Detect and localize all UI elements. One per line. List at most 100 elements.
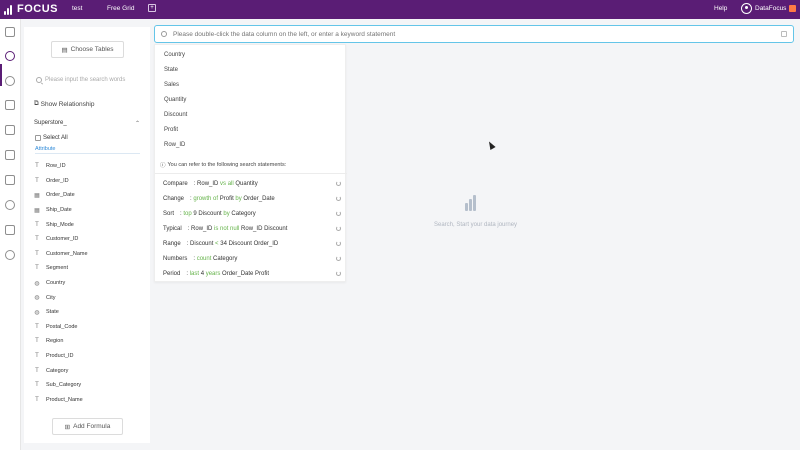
- field-label: Category: [46, 367, 69, 374]
- field-item[interactable]: T Category: [34, 363, 142, 378]
- suggestion-item[interactable]: Discount: [164, 112, 187, 118]
- statement-kind: Numbers: [163, 256, 188, 262]
- field-item[interactable]: T Postal_Code: [34, 320, 142, 335]
- field-item[interactable]: T Ship_Mode: [34, 217, 142, 232]
- select-all-label: Select All: [43, 135, 68, 141]
- user-menu[interactable]: DataFocus: [741, 3, 797, 14]
- select-all-checkbox[interactable]: Select All: [35, 135, 68, 141]
- mouse-cursor-icon: [486, 140, 496, 150]
- home-icon[interactable]: [5, 27, 15, 37]
- statement-item[interactable]: Range: Discount < 34 Discount Order_ID: [163, 238, 341, 250]
- field-item[interactable]: T Order_ID: [34, 174, 142, 189]
- tab-free-grid[interactable]: Free Grid: [107, 5, 134, 12]
- field-item[interactable]: T Product_ID: [34, 349, 142, 364]
- statement-text: : count Category: [193, 256, 237, 262]
- avatar-icon: [741, 3, 752, 14]
- field-label: Product_Name: [46, 396, 83, 403]
- statement-item[interactable]: Typical: Row_ID is not null Row_ID Disco…: [163, 223, 341, 235]
- statement-keyword: is not null: [214, 226, 240, 232]
- field-item[interactable]: ▦ Order_Date: [34, 188, 142, 203]
- field-label: Segment: [46, 265, 69, 272]
- data-source-panel: ▤ Choose Tables Please input the search …: [24, 27, 150, 443]
- activity-icon[interactable]: [5, 225, 15, 235]
- add-formula-button[interactable]: ⊞ Add Formula: [52, 418, 123, 435]
- field-item[interactable]: ▦ Ship_Date: [34, 203, 142, 218]
- suggestion-item[interactable]: Sales: [164, 82, 179, 88]
- statement-item[interactable]: Compare: Row_ID vs all Quantity: [163, 178, 341, 190]
- field-search-input[interactable]: Please input the search words: [36, 74, 140, 86]
- hint-text: ⓘ You can refer to the following search …: [160, 161, 286, 169]
- field-item[interactable]: ◍ Country: [34, 276, 142, 291]
- field-item[interactable]: T Customer_Name: [34, 247, 142, 262]
- refresh-icon[interactable]: [336, 181, 341, 186]
- field-label: Order_Date: [46, 192, 75, 199]
- choose-tables-button[interactable]: ▤ Choose Tables: [51, 41, 124, 58]
- text-type-icon: T: [35, 265, 39, 272]
- statement-item[interactable]: Change: growth of Profit by Order_Date: [163, 193, 341, 205]
- statement-item[interactable]: Sort: top 9 Discount by Category: [163, 208, 341, 220]
- divider: [35, 153, 140, 154]
- suggestion-item[interactable]: Profit: [164, 127, 178, 133]
- statement-text: : top 9 Discount by Category: [180, 211, 256, 217]
- attribute-section-label: Attribute: [35, 146, 56, 152]
- refresh-icon[interactable]: [336, 226, 341, 231]
- refresh-icon[interactable]: [336, 241, 341, 246]
- refresh-icon[interactable]: [336, 271, 341, 276]
- relationship-icon: ⧉: [34, 100, 39, 107]
- suggestion-item[interactable]: State: [164, 67, 178, 73]
- empty-state-text: Search, Start your data journey: [434, 222, 518, 228]
- statement-token: 9 Discount: [191, 211, 224, 217]
- add-tab-icon[interactable]: +: [148, 4, 156, 12]
- field-label: Ship_Date: [46, 207, 72, 214]
- field-item[interactable]: T Segment: [34, 261, 142, 276]
- user-icon[interactable]: [5, 200, 15, 210]
- help-icon[interactable]: [5, 76, 15, 86]
- refresh-icon[interactable]: [336, 196, 341, 201]
- tab-test[interactable]: test: [72, 5, 82, 12]
- monitor-icon[interactable]: [5, 100, 15, 110]
- table-icon[interactable]: [5, 125, 15, 135]
- show-relationship-button[interactable]: ⧉ Show Relationship: [34, 100, 95, 108]
- chevron-up-icon[interactable]: ⌃: [135, 120, 140, 127]
- field-item[interactable]: T Row_ID: [34, 159, 142, 174]
- text-type-icon: T: [35, 353, 39, 360]
- add-formula-label: Add Formula: [73, 423, 111, 430]
- text-type-icon: T: [35, 338, 39, 345]
- focus-logo-icon: [465, 195, 476, 211]
- globe-icon: ◍: [34, 309, 40, 316]
- statement-item[interactable]: Period: last 4 years Order_Date Profit: [163, 268, 341, 280]
- refresh-icon[interactable]: [336, 256, 341, 261]
- field-item[interactable]: ◍ State: [34, 305, 142, 320]
- field-item[interactable]: T Customer_ID: [34, 232, 142, 247]
- field-label: Customer_ID: [46, 236, 79, 243]
- field-label: Ship_Mode: [46, 221, 74, 228]
- text-type-icon: T: [35, 382, 39, 389]
- statement-keyword: count: [196, 256, 212, 262]
- clipboard-icon[interactable]: [5, 175, 15, 185]
- logo[interactable]: FOCUS: [4, 3, 58, 15]
- help-link[interactable]: Help: [714, 5, 727, 12]
- search-input[interactable]: [173, 30, 763, 38]
- settings-icon[interactable]: [5, 250, 15, 260]
- field-item[interactable]: T Region: [34, 334, 142, 349]
- statement-token: Category: [229, 211, 256, 217]
- field-item[interactable]: T Product_Name: [34, 393, 142, 408]
- field-item[interactable]: T Sub_Category: [34, 378, 142, 393]
- logo-text: FOCUS: [17, 3, 58, 15]
- inbox-icon[interactable]: [5, 150, 15, 160]
- globe-icon: ◍: [34, 295, 40, 302]
- statement-kind: Compare: [163, 181, 188, 187]
- suggestion-item[interactable]: Row_ID: [164, 142, 185, 148]
- search-icon[interactable]: [5, 51, 15, 61]
- text-type-icon: T: [35, 163, 39, 170]
- field-item[interactable]: ◍ City: [34, 290, 142, 305]
- suggestion-item[interactable]: Quantity: [164, 97, 186, 103]
- statement-token: 4: [199, 271, 206, 277]
- suggestion-item[interactable]: Country: [164, 52, 185, 58]
- statement-item[interactable]: Numbers : count Category: [163, 253, 341, 265]
- search-icon: [36, 77, 42, 83]
- field-search-placeholder: Please input the search words: [45, 77, 126, 83]
- refresh-icon[interactable]: [336, 211, 341, 216]
- clear-icon[interactable]: [781, 31, 787, 37]
- user-name: DataFocus: [755, 5, 787, 12]
